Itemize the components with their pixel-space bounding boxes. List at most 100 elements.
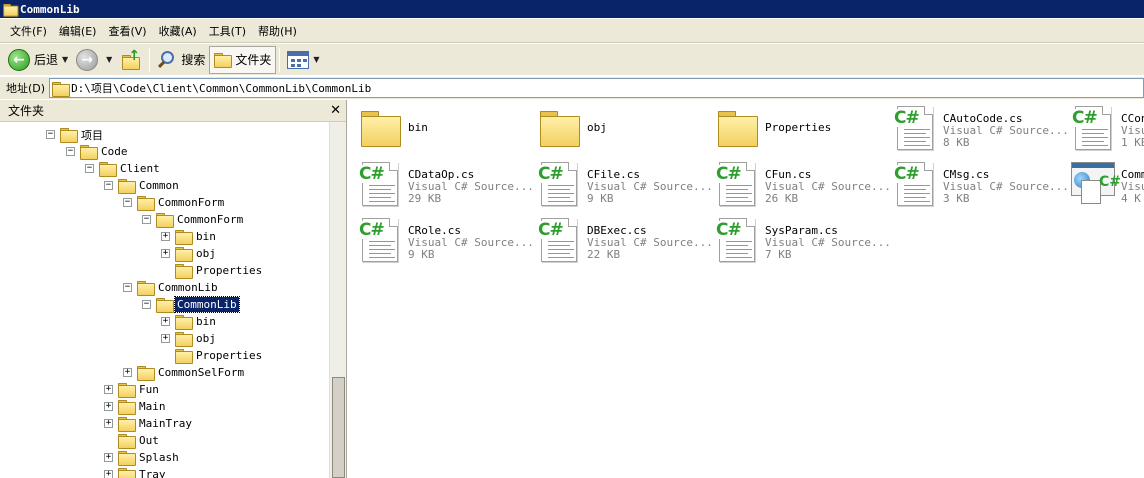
tree-item[interactable]: − 项目 (46, 126, 105, 143)
expand-icon[interactable]: + (104, 402, 113, 411)
folder-icon (137, 196, 155, 211)
tree-item-label: CommonForm (158, 196, 225, 209)
tree-item[interactable]: + bin (161, 313, 218, 330)
tree-item[interactable]: + obj (161, 330, 218, 347)
tree-item[interactable]: + Tray (104, 466, 168, 478)
tree-item[interactable]: + Splash (104, 449, 181, 466)
forward-button[interactable]: → ▼ (72, 46, 116, 74)
tree-item[interactable]: − Client (85, 160, 162, 177)
tree-item[interactable]: − CommonForm (142, 211, 245, 228)
title-bar[interactable]: CommonLib (0, 0, 1144, 18)
views-dropdown-icon[interactable]: ▼ (313, 55, 319, 64)
file-item[interactable]: C# SysParam.cs Visual C# Source... 7 KB (713, 216, 891, 264)
expand-icon[interactable]: + (104, 470, 113, 478)
vertical-scrollbar[interactable] (329, 122, 346, 478)
menu-help[interactable]: 帮助(H) (252, 23, 303, 39)
file-size: 4 K (1121, 192, 1141, 205)
expand-icon[interactable]: + (123, 368, 132, 377)
file-info: CMsg.cs Visual C# Source... 3 KB (943, 169, 1069, 205)
tree-item-label: MainTray (139, 417, 192, 430)
file-size: 7 KB (765, 248, 792, 261)
file-item[interactable]: bin (356, 104, 428, 152)
search-button[interactable]: 搜索 (153, 46, 209, 74)
back-button[interactable]: ← 后退 ▼ (4, 46, 72, 74)
expand-icon[interactable]: + (104, 385, 113, 394)
folder-icon (60, 128, 78, 143)
tree-item[interactable]: Properties (161, 347, 264, 364)
collapse-icon[interactable]: − (46, 130, 55, 139)
file-info: SysParam.cs Visual C# Source... 7 KB (765, 225, 891, 261)
address-input[interactable]: D:\项目\Code\Client\Common\CommonLib\Commo… (49, 78, 1144, 98)
folder-icon (137, 366, 155, 381)
collapse-icon[interactable]: − (123, 283, 132, 292)
expand-icon[interactable]: + (161, 232, 170, 241)
menu-file[interactable]: 文件(F) (4, 23, 53, 39)
file-item[interactable]: C# CMsg.cs Visual C# Source... 3 KB (891, 160, 1069, 208)
tree-item[interactable]: Properties (161, 262, 264, 279)
collapse-icon[interactable]: − (142, 300, 151, 309)
file-info: CommVisu4 K (1121, 169, 1144, 205)
tree-item[interactable]: − CommonLib (123, 279, 220, 296)
expand-icon[interactable]: + (161, 249, 170, 258)
tree-item[interactable]: − CommonForm (123, 194, 226, 211)
collapse-icon[interactable]: − (142, 215, 151, 224)
folder-icon (118, 179, 136, 194)
scrollbar-thumb[interactable] (332, 377, 345, 478)
collapse-icon[interactable]: − (85, 164, 94, 173)
collapse-icon[interactable]: − (66, 147, 75, 156)
tree-item[interactable]: − CommonLib (142, 296, 240, 313)
views-button[interactable]: ▼ (283, 46, 323, 74)
collapse-icon[interactable]: − (104, 181, 113, 190)
tree-item-label: Splash (139, 451, 179, 464)
tree-item[interactable]: Out (104, 432, 161, 449)
file-item[interactable]: C# CAutoCode.cs Visual C# Source... 8 KB (891, 104, 1069, 152)
tree-item[interactable]: − Code (66, 143, 130, 160)
forward-dropdown-icon[interactable]: ▼ (106, 55, 112, 64)
file-item[interactable]: obj (535, 104, 607, 152)
file-item[interactable]: C#CConVisu1 KB (1069, 104, 1144, 152)
file-size: 8 KB (943, 136, 970, 149)
tree-item[interactable]: + MainTray (104, 415, 194, 432)
close-icon[interactable]: ✕ (330, 103, 341, 118)
folder-tree: − 项目 − Code − Client − Common − CommonForm − Common… (0, 122, 330, 478)
file-info: CAutoCode.cs Visual C# Source... 8 KB (943, 113, 1069, 149)
tree-item[interactable]: + bin (161, 228, 218, 245)
collapse-icon[interactable]: − (123, 198, 132, 207)
expand-icon[interactable]: + (161, 334, 170, 343)
file-name: obj (587, 121, 607, 134)
expand-icon[interactable]: + (104, 453, 113, 462)
folders-button[interactable]: 文件夹 (209, 45, 277, 74)
folder-icon (175, 332, 193, 347)
file-item[interactable]: C# CFun.cs Visual C# Source... 26 KB (713, 160, 891, 208)
file-item[interactable]: C# CDataOp.cs Visual C# Source... 29 KB (356, 160, 534, 208)
menu-favorites[interactable]: 收藏(A) (153, 23, 203, 39)
file-item[interactable]: Properties (713, 104, 831, 152)
tree-item-label: Properties (196, 349, 263, 362)
tree-item[interactable]: + Main (104, 398, 168, 415)
file-size: 3 KB (943, 192, 970, 205)
toolbar: ← 后退 ▼ → ▼ ↑ 搜索 文件夹 ▼ (0, 44, 1144, 76)
file-name: bin (408, 121, 428, 134)
tree-item[interactable]: + obj (161, 245, 218, 262)
file-item[interactable]: C# DBExec.cs Visual C# Source... 22 KB (535, 216, 713, 264)
file-item[interactable]: C# CFile.cs Visual C# Source... 9 KB (535, 160, 713, 208)
expand-icon[interactable]: + (104, 419, 113, 428)
menu-view[interactable]: 查看(V) (102, 23, 152, 39)
tree-item-label: CommonSelForm (158, 366, 245, 379)
menu-tools[interactable]: 工具(T) (203, 23, 252, 39)
tree-item[interactable]: + Fun (104, 381, 161, 398)
folder-icon (99, 162, 117, 177)
file-item[interactable]: C#CommVisu4 K (1069, 160, 1144, 208)
file-list: bin obj Properties C# CAutoCode.cs Visual C# … (348, 100, 1144, 478)
up-button[interactable]: ↑ (116, 46, 146, 74)
tree-item[interactable]: + CommonSelForm (123, 364, 246, 381)
csharp-file-icon: C# (891, 104, 939, 152)
expand-icon[interactable]: + (161, 317, 170, 326)
address-label: 地址(D) (6, 82, 46, 95)
menu-edit[interactable]: 编辑(E) (53, 23, 103, 39)
tree-item-label: CommonLib (158, 281, 218, 294)
file-item[interactable]: C# CRole.cs Visual C# Source... 9 KB (356, 216, 534, 264)
tree-item[interactable]: − Common (104, 177, 181, 194)
back-dropdown-icon[interactable]: ▼ (62, 55, 68, 64)
folders-label: 文件夹 (235, 53, 272, 67)
